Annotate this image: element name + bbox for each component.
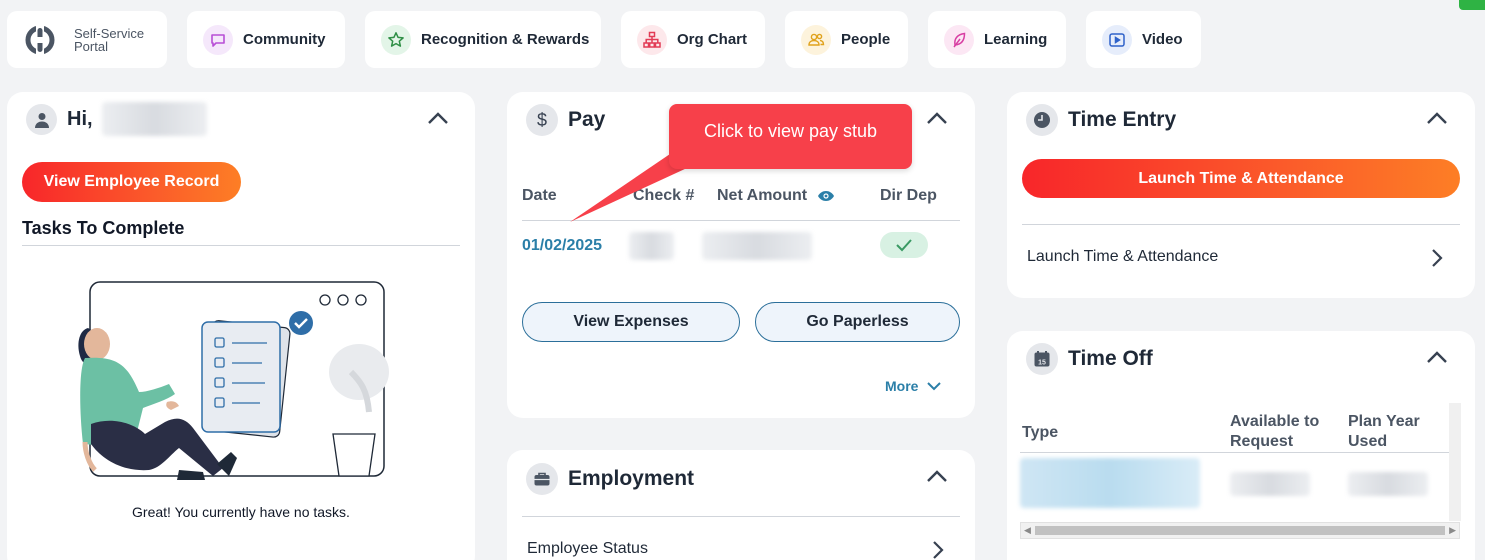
pay-col-dir-dep: Dir Dep [880,187,937,204]
time-off-collapse-button[interactable] [1425,347,1451,369]
check-number-redacted [629,232,674,260]
no-tasks-message: Great! You currently have no tasks. [132,504,350,520]
view-employee-record-label: View Employee Record [43,173,220,190]
employment-divider [522,516,960,517]
chevron-down-icon [927,382,942,391]
org-chart-icon [637,24,667,55]
nav-recognition-rewards[interactable]: Recognition & Rewards [365,11,601,68]
welcome-collapse-button[interactable] [426,108,452,130]
logo-text-line1: Self-Service [74,25,145,41]
nav-recognition-label: Recognition & Rewards [421,31,590,48]
time-entry-title: Time Entry [1068,108,1177,131]
go-paperless-button[interactable]: Go Paperless [755,302,960,342]
scroll-thumb[interactable] [1035,526,1445,535]
pay-more-link[interactable]: More [885,378,942,394]
time-off-col-used-line2: Used [1348,433,1388,450]
time-off-header-divider [1020,452,1450,453]
view-expenses-label: View Expenses [573,313,689,330]
launch-time-attendance-link[interactable]: Launch Time & Attendance [1027,248,1218,266]
time-off-horizontal-scrollbar[interactable]: ◀ ▶ [1020,522,1460,539]
time-off-used-redacted [1348,472,1428,496]
portal-logo[interactable]: Self-Service Portal [7,11,167,68]
chevron-right-icon[interactable] [1430,248,1444,268]
pay-stub-tooltip-text: Click to view pay stub [703,121,878,141]
time-off-col-used: Plan Year Used [1348,412,1420,452]
people-icon [801,24,831,55]
employee-status-row[interactable]: Employee Status [527,540,648,558]
pay-collapse-button[interactable] [925,108,951,130]
nav-people[interactable]: People [785,11,908,68]
time-off-available-redacted [1230,472,1310,496]
user-icon [26,104,57,135]
nav-community-label: Community [243,31,326,48]
dollar-icon: $ [526,104,558,136]
time-entry-divider [1022,224,1460,225]
pay-title: Pay [568,108,606,131]
chevron-right-icon[interactable] [931,540,945,560]
clock-icon [1026,104,1058,136]
eye-icon[interactable] [817,190,835,202]
leaf-icon [944,24,974,55]
time-off-type-redacted [1020,458,1200,508]
time-off-col-available-line1: Available to [1230,413,1320,430]
nav-learning-label: Learning [984,31,1048,48]
empty-tasks-illustration [78,281,389,480]
direct-deposit-check-icon [880,232,928,258]
nav-org-chart-label: Org Chart [677,31,748,48]
time-off-col-type: Type [1022,424,1059,441]
pay-stub-tooltip: Click to view pay stub [669,104,912,169]
go-paperless-label: Go Paperless [806,313,909,330]
scroll-right-arrow-icon[interactable]: ▶ [1449,525,1456,536]
nav-org-chart[interactable]: Org Chart [621,11,765,68]
employment-card: Employment Employee Status [507,450,975,560]
pay-col-date: Date [522,187,557,204]
tasks-divider [22,245,460,246]
time-entry-collapse-button[interactable] [1425,108,1451,130]
chat-icon [203,24,233,55]
video-icon [1102,24,1132,55]
view-employee-record-button[interactable]: View Employee Record [22,162,241,202]
pay-col-net-amount: Net Amount [717,187,835,205]
welcome-card: Hi, View Employee Record Tasks To Comple… [7,92,475,560]
nav-video[interactable]: Video [1086,11,1201,68]
logo-text: Self-Service Portal [74,27,144,53]
tasks-title: Tasks To Complete [22,218,185,238]
time-off-col-used-line1: Plan Year [1348,413,1420,430]
logo-icon [25,24,55,55]
launch-time-attendance-link-label: Launch Time & Attendance [1027,248,1219,265]
employee-status-label: Employee Status [527,540,648,557]
user-name-redacted [102,102,207,136]
time-off-col-available: Available to Request [1230,412,1319,452]
employment-title: Employment [568,467,695,490]
pay-date-link[interactable]: 01/02/2025 [522,237,602,255]
time-off-vertical-scrollbar[interactable] [1449,403,1461,521]
time-entry-card: Time Entry Launch Time & Attendance Laun… [1007,92,1475,298]
logo-text-line2: Portal [74,38,108,54]
net-amount-redacted [702,232,812,260]
calendar-icon: 15 [1026,343,1058,375]
time-off-col-available-line2: Request [1230,433,1294,450]
scroll-left-arrow-icon[interactable]: ◀ [1024,525,1031,536]
time-off-title: Time Off [1068,347,1153,370]
nav-people-label: People [841,31,891,48]
nav-learning[interactable]: Learning [928,11,1066,68]
greeting-text: Hi, [67,108,93,130]
corner-accent [1459,0,1485,10]
pay-more-label: More [885,378,919,394]
view-expenses-button[interactable]: View Expenses [522,302,740,342]
nav-community[interactable]: Community [187,11,345,68]
star-icon [381,24,411,55]
pay-col-net-amount-label: Net Amount [717,187,808,204]
launch-time-attendance-button[interactable]: Launch Time & Attendance [1022,159,1460,198]
launch-time-attendance-button-label: Launch Time & Attendance [1138,169,1344,187]
briefcase-icon [526,463,558,495]
nav-video-label: Video [1142,31,1183,48]
calendar-icon-number: 15 [1038,360,1046,367]
employment-collapse-button[interactable] [925,466,951,488]
